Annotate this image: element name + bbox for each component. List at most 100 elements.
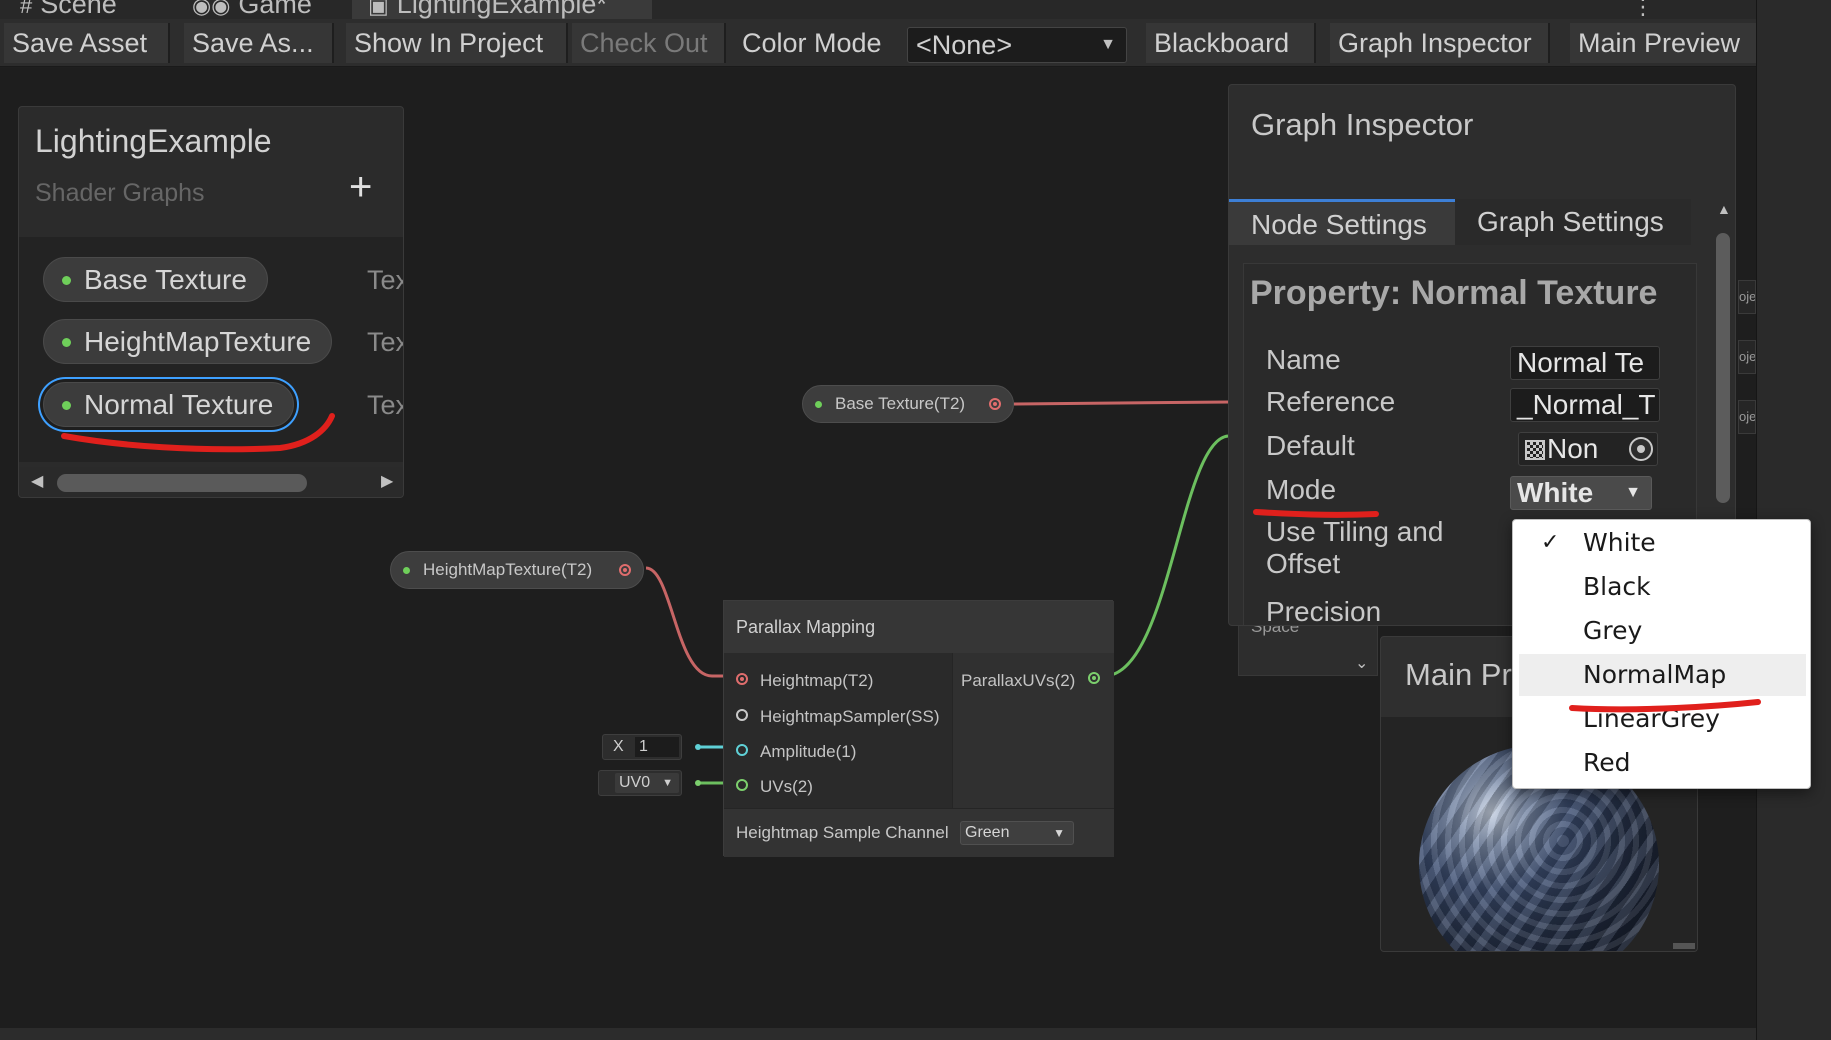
menu-item-label: Black bbox=[1583, 572, 1651, 601]
parallax-uvs-output-port[interactable] bbox=[1088, 672, 1100, 684]
channel-value: Green bbox=[965, 824, 1010, 841]
texture-output-port[interactable] bbox=[989, 398, 1001, 410]
scroll-up-icon[interactable]: ▲ bbox=[1717, 201, 1731, 217]
tiling-offset-label: Use Tiling and Offset bbox=[1266, 516, 1444, 579]
property-exposed-dot bbox=[403, 567, 410, 574]
node-input-ports: Heightmap(T2) HeightmapSampler(SS) Ampli… bbox=[724, 653, 952, 808]
port-circle bbox=[736, 779, 748, 791]
tab-graph-settings[interactable]: Graph Settings bbox=[1455, 199, 1691, 245]
property-exposed-dot bbox=[815, 401, 822, 408]
heightmap-sample-channel-dropdown[interactable]: Green ▼ bbox=[960, 821, 1074, 845]
main-preview-title: Main Pr bbox=[1405, 657, 1512, 692]
precision-label: Precision bbox=[1266, 596, 1382, 626]
mode-value: White bbox=[1517, 477, 1594, 508]
default-texture-field[interactable]: Non bbox=[1518, 432, 1658, 466]
parallax-mapping-node[interactable]: Parallax Mapping Heightmap(T2) Heightmap… bbox=[723, 600, 1114, 857]
menu-item-lineargrey[interactable]: LinearGrey bbox=[1519, 698, 1806, 740]
blackboard-title: LightingExample bbox=[35, 123, 272, 159]
reference-field[interactable]: _Normal_T bbox=[1510, 388, 1660, 422]
blackboard-property-base-texture[interactable]: Base Texture bbox=[43, 257, 268, 302]
port-label: Amplitude(1) bbox=[760, 742, 857, 761]
property-type: Tex bbox=[367, 327, 403, 357]
heightmap-sampler-input-port[interactable]: HeightmapSampler(SS) bbox=[736, 707, 940, 727]
blackboard-panel: LightingExample Shader Graphs + Base Tex… bbox=[18, 106, 404, 498]
menu-item-black[interactable]: Black bbox=[1519, 566, 1806, 608]
blackboard-property-heightmap-texture[interactable]: HeightMapTexture bbox=[43, 319, 333, 364]
menu-item-white[interactable]: ✓ White bbox=[1519, 522, 1806, 564]
port-circle bbox=[736, 744, 748, 756]
menu-item-normalmap[interactable]: NormalMap bbox=[1519, 654, 1806, 696]
uvs-input-port[interactable]: UVs(2) bbox=[736, 777, 813, 797]
mode-dropdown-menu: ✓ White Black Grey NormalMap LinearGrey R… bbox=[1512, 519, 1811, 789]
property-heading: Property: Normal Texture bbox=[1250, 274, 1658, 312]
base-texture-property-node[interactable]: Base Texture(T2) bbox=[802, 385, 1014, 423]
scroll-right-icon[interactable]: ▶ bbox=[381, 471, 393, 491]
wire-parallax-out bbox=[1103, 434, 1229, 678]
menu-item-label: LinearGrey bbox=[1583, 704, 1720, 733]
blackboard-property-list: Base Texture Tex HeightMapTexture Tex No… bbox=[19, 237, 403, 462]
menu-item-label: Red bbox=[1583, 748, 1631, 777]
node-output-ports: ParallaxUVs(2) bbox=[952, 653, 1114, 808]
menu-item-grey[interactable]: Grey bbox=[1519, 610, 1806, 652]
property-name: Base Texture bbox=[84, 264, 247, 295]
texture-output-port[interactable] bbox=[619, 564, 631, 576]
default-label: Default bbox=[1266, 430, 1355, 461]
chevron-down-icon: ▼ bbox=[1625, 484, 1641, 501]
menu-item-label: Grey bbox=[1583, 616, 1643, 645]
blackboard-horizontal-scrollbar[interactable]: ◀ ▶ bbox=[19, 467, 403, 497]
name-field[interactable]: Normal Te bbox=[1510, 346, 1660, 380]
inspector-title: Graph Inspector bbox=[1251, 107, 1474, 142]
blackboard-property-normal-texture[interactable]: Normal Texture bbox=[43, 382, 295, 427]
menu-item-label: NormalMap bbox=[1583, 660, 1727, 689]
add-property-button[interactable]: + bbox=[349, 165, 372, 210]
tab-node-settings[interactable]: Node Settings bbox=[1229, 199, 1455, 245]
blackboard-subtitle: Shader Graphs bbox=[35, 179, 205, 207]
node-settings-row: Heightmap Sample Channel Green ▼ bbox=[724, 808, 1114, 857]
name-label: Name bbox=[1266, 344, 1341, 375]
node-title: Parallax Mapping bbox=[724, 601, 1114, 653]
amplitude-input-port[interactable]: Amplitude(1) bbox=[736, 742, 856, 762]
property-type: Tex bbox=[367, 265, 403, 295]
amplitude-inline-port bbox=[695, 744, 701, 750]
mode-label: Mode bbox=[1266, 474, 1337, 505]
scrollbar-thumb[interactable] bbox=[57, 474, 307, 492]
wire-base-texture bbox=[1013, 400, 1231, 406]
chevron-down-icon: ▼ bbox=[1053, 826, 1065, 840]
property-exposed-dot bbox=[62, 276, 71, 285]
heightmap-texture-property-node[interactable]: HeightMapTexture(T2) bbox=[390, 551, 644, 589]
uv-inline-port bbox=[695, 780, 701, 786]
menu-item-label: White bbox=[1583, 528, 1656, 557]
default-value: Non bbox=[1547, 433, 1599, 464]
property-name: HeightMapTexture bbox=[84, 326, 312, 357]
scrollbar-thumb[interactable] bbox=[1716, 233, 1730, 503]
texture-icon bbox=[1525, 440, 1545, 460]
port-circle bbox=[736, 673, 748, 685]
port-label: HeightmapSampler(SS) bbox=[760, 707, 940, 726]
port-circle bbox=[736, 709, 748, 721]
port-label: UVs(2) bbox=[760, 777, 813, 796]
amplitude-inline-input[interactable]: X 1 bbox=[602, 734, 682, 760]
resize-handle[interactable] bbox=[1673, 943, 1695, 949]
property-type: Tex bbox=[367, 390, 403, 420]
chevron-down-icon: ▼ bbox=[662, 777, 673, 789]
property-exposed-dot bbox=[62, 401, 71, 410]
scroll-left-icon[interactable]: ◀ bbox=[31, 471, 43, 491]
axis-label: X bbox=[613, 738, 624, 755]
object-picker-icon[interactable] bbox=[1629, 437, 1653, 461]
inspector-tabs: Node Settings Graph Settings bbox=[1229, 199, 1735, 245]
heightmap-input-port[interactable]: Heightmap(T2) bbox=[736, 671, 873, 691]
heightmap-sample-channel-label: Heightmap Sample Channel bbox=[736, 823, 949, 842]
reference-label: Reference bbox=[1266, 386, 1396, 417]
check-icon: ✓ bbox=[1541, 530, 1560, 555]
mode-dropdown[interactable]: White ▼ bbox=[1510, 476, 1652, 510]
uv-inline-dropdown[interactable]: UV0 ▼ bbox=[598, 770, 682, 796]
property-exposed-dot bbox=[62, 338, 71, 347]
node-label: Base Texture(T2) bbox=[835, 394, 966, 413]
chevron-down-icon[interactable]: ⌄ bbox=[1355, 653, 1368, 673]
menu-item-red[interactable]: Red bbox=[1519, 742, 1806, 784]
parallax-uvs-output-label: ParallaxUVs(2) bbox=[961, 671, 1076, 690]
property-name: Normal Texture bbox=[84, 389, 274, 420]
port-label: Heightmap(T2) bbox=[760, 671, 874, 690]
amplitude-value[interactable]: 1 bbox=[635, 737, 679, 757]
node-label: HeightMapTexture(T2) bbox=[423, 560, 593, 579]
